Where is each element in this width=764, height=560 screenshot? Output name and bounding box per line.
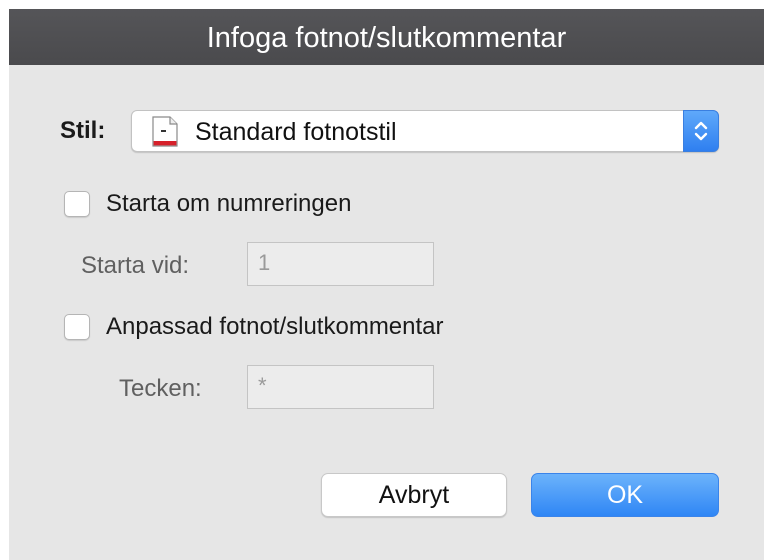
popup-arrows-icon[interactable]	[683, 110, 719, 152]
dialog-title: Infoga fotnot/slutkommentar	[9, 9, 764, 65]
start-at-label: Starta vid:	[81, 252, 190, 279]
style-popup-value: Standard fotnotstil	[195, 118, 397, 146]
cancel-button[interactable]: Avbryt	[321, 473, 507, 517]
ok-button[interactable]: OK	[531, 473, 719, 517]
start-at-field[interactable]: 1	[247, 242, 434, 286]
char-field[interactable]: *	[247, 365, 434, 409]
style-label: Stil:	[60, 117, 106, 144]
custom-mark-label[interactable]: Anpassad fotnot/slutkommentar	[106, 313, 444, 341]
document-style-icon	[152, 116, 178, 147]
restart-numbering-label[interactable]: Starta om numreringen	[106, 190, 351, 218]
style-popup[interactable]: Standard fotnotstil	[131, 110, 719, 152]
custom-mark-checkbox[interactable]	[64, 314, 90, 340]
insert-footnote-dialog: Infoga fotnot/slutkommentar Stil: Standa…	[9, 9, 764, 560]
char-label: Tecken:	[119, 375, 202, 402]
restart-numbering-checkbox[interactable]	[64, 191, 90, 217]
